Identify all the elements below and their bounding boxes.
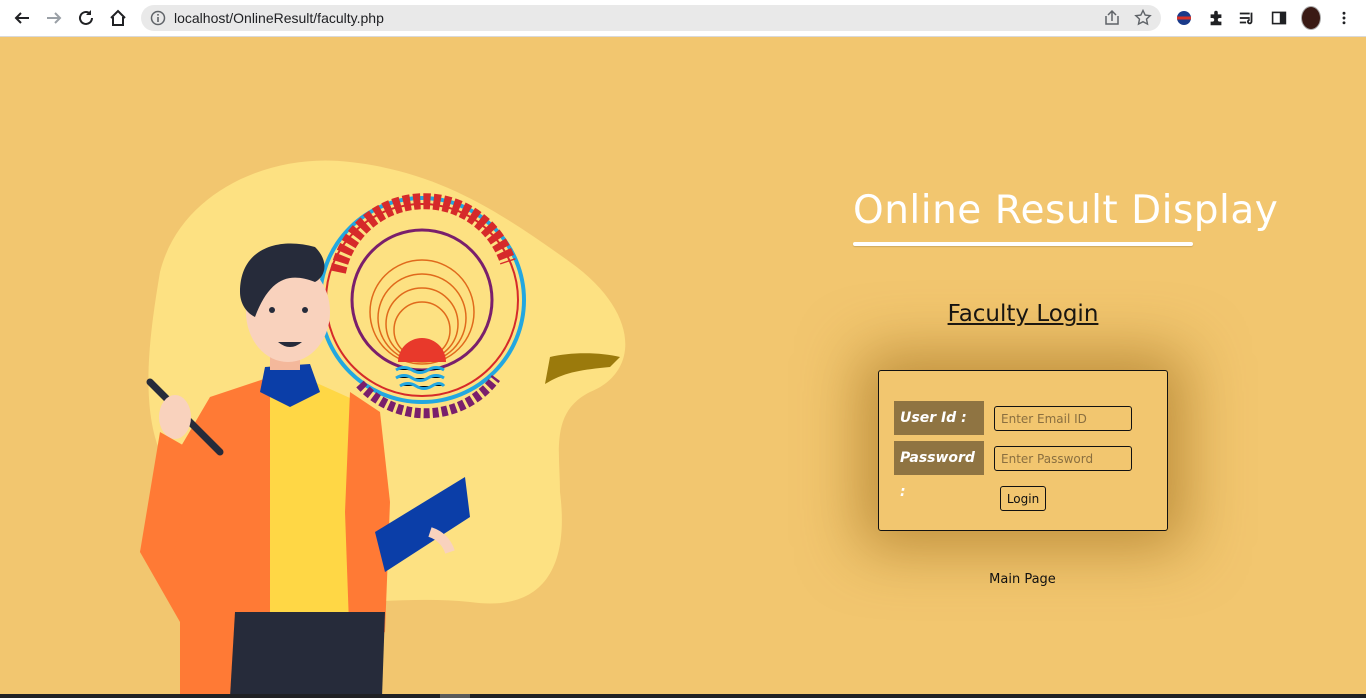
main-page-link[interactable]: Main Page bbox=[960, 572, 1085, 587]
extension-icon[interactable] bbox=[1174, 8, 1194, 28]
arrow-left-icon[interactable] bbox=[10, 6, 34, 30]
horizontal-scrollbar[interactable] bbox=[0, 694, 1366, 698]
address-bar[interactable]: localhost/OnlineResult/faculty.php bbox=[141, 5, 1161, 31]
info-icon[interactable] bbox=[150, 10, 166, 26]
share-icon[interactable] bbox=[1103, 9, 1121, 27]
title-underline bbox=[853, 242, 1193, 246]
login-form: User Id : Password : Login bbox=[878, 370, 1168, 531]
playlist-icon[interactable] bbox=[1237, 8, 1257, 28]
page-title: Online Result Display bbox=[853, 188, 1279, 233]
page-content: Online Result Display Faculty Login User… bbox=[0, 37, 1366, 697]
password-field[interactable] bbox=[994, 446, 1132, 471]
browser-toolbar: localhost/OnlineResult/faculty.php bbox=[0, 0, 1366, 37]
star-icon[interactable] bbox=[1134, 9, 1152, 27]
password-label: Password : bbox=[894, 441, 984, 500]
url-text[interactable]: localhost/OnlineResult/faculty.php bbox=[174, 9, 384, 27]
email-field[interactable] bbox=[994, 406, 1132, 431]
arrow-right-icon[interactable] bbox=[42, 6, 66, 30]
teacher-illustration bbox=[140, 160, 626, 697]
home-icon[interactable] bbox=[106, 6, 130, 30]
user-id-label: User Id : bbox=[894, 401, 984, 435]
kebab-menu-icon[interactable] bbox=[1334, 8, 1354, 28]
scrollbar-thumb[interactable] bbox=[440, 694, 470, 698]
reload-icon[interactable] bbox=[74, 6, 98, 30]
puzzle-icon[interactable] bbox=[1206, 8, 1226, 28]
login-button[interactable]: Login bbox=[1000, 486, 1046, 511]
side-panel-icon[interactable] bbox=[1269, 8, 1289, 28]
profile-avatar[interactable] bbox=[1301, 6, 1321, 30]
faculty-login-heading: Faculty Login bbox=[947, 301, 1099, 327]
